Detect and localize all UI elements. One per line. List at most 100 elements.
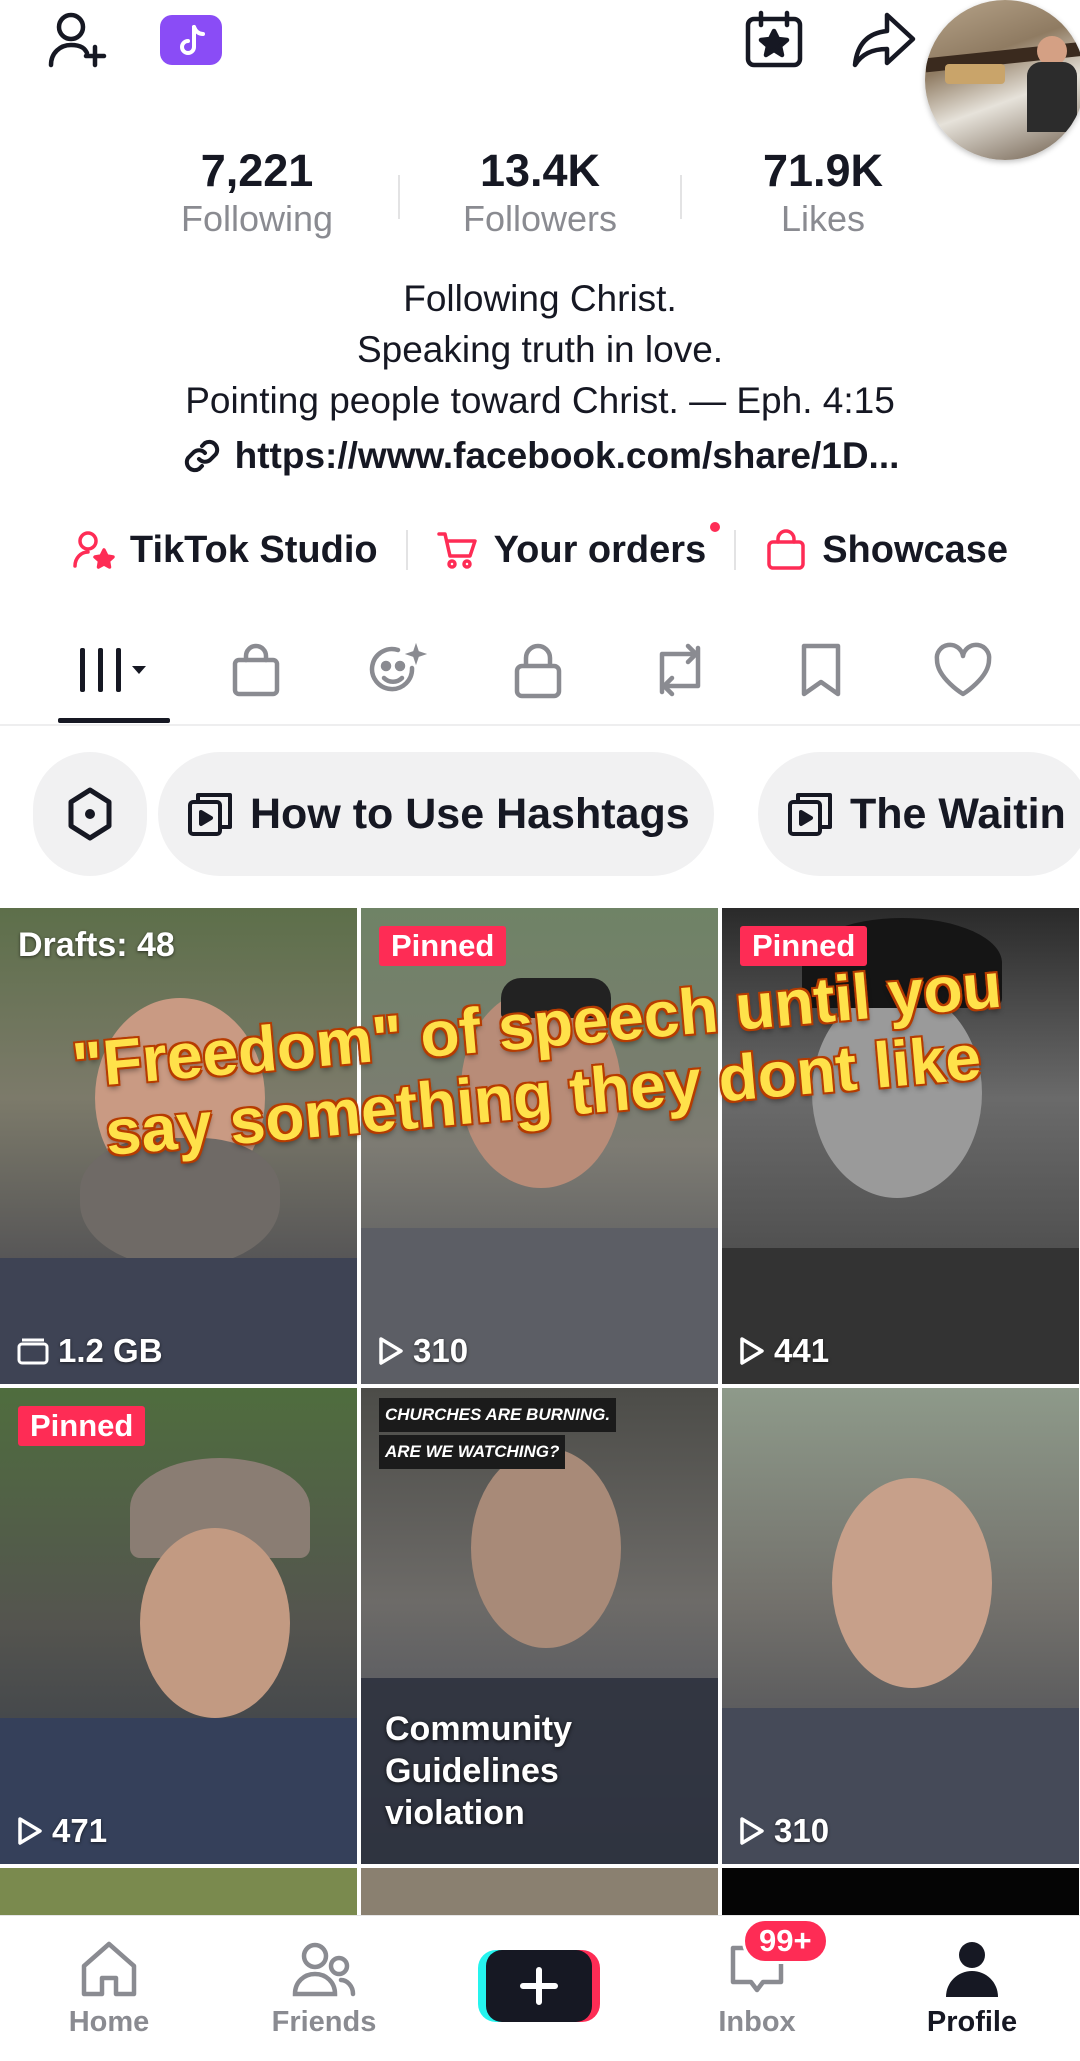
nav-home[interactable]: Home — [34, 1938, 184, 2039]
tab-shop[interactable] — [201, 625, 311, 715]
top-bar — [0, 0, 1080, 160]
nav-inbox-label: Inbox — [718, 2006, 796, 2038]
bio-line: Speaking truth in love. — [356, 329, 724, 370]
your-orders-button[interactable]: Your orders — [436, 522, 721, 572]
playlist-icon — [188, 793, 232, 836]
profile-stats: 7,221 Following 13.4K Followers 71.9K Li… — [0, 145, 1080, 245]
bottom-nav: Home Friends Inbox Profile — [0, 1915, 1080, 2061]
tiktok-studio-button[interactable]: TikTok Studio — [72, 528, 378, 572]
playlist-icon — [788, 793, 832, 836]
stat-label: Followers — [462, 198, 618, 239]
profile-avatar[interactable] — [925, 0, 1080, 160]
stat-divider — [398, 175, 400, 219]
tab-liked[interactable] — [908, 625, 1018, 715]
notification-dot — [710, 522, 721, 532]
pinned-badge: Pinned — [18, 1406, 146, 1446]
bio-link-text[interactable]: https://www.facebook.com/share/1D... — [235, 435, 900, 477]
share-icon[interactable] — [848, 4, 920, 76]
thumbnail-caption: CHURCHES ARE BURNING. ARE WE WATCHING? — [379, 1398, 617, 1472]
storage-size: 1.2 GB — [16, 1332, 163, 1370]
nav-profile-label: Profile — [926, 2006, 1018, 2038]
thumbnail-face — [471, 1448, 621, 1648]
pinned-badge: Pinned — [740, 926, 868, 966]
violation-tile[interactable]: CHURCHES ARE BURNING. ARE WE WATCHING? C… — [361, 1388, 718, 1864]
profile-icon — [946, 1942, 998, 1997]
bio-line: Following Christ. — [403, 278, 677, 319]
plus-icon — [478, 1950, 600, 2022]
nav-profile[interactable]: Profile — [897, 1938, 1047, 2039]
playlist-chip[interactable]: How to Use Hashtags — [158, 752, 714, 876]
thumbnail-caption-line: ARE WE WATCHING? — [379, 1435, 566, 1469]
play-icon — [740, 1337, 764, 1365]
tiktok-now-icon[interactable] — [155, 4, 227, 76]
grid-dropdown-icon — [80, 648, 146, 692]
video-tile[interactable]: Pinned 471 — [0, 1388, 357, 1864]
nav-home-label: Home — [68, 2006, 150, 2038]
playlist-chip[interactable]: The Waitin — [758, 752, 1080, 876]
playlist-settings-button[interactable] — [33, 752, 147, 876]
view-count: 310 — [377, 1332, 468, 1370]
tab-private[interactable] — [483, 625, 593, 715]
stat-likes[interactable]: 71.9K Likes — [703, 145, 943, 241]
stat-divider — [680, 175, 682, 219]
link-icon — [184, 439, 219, 473]
thumbnail-face — [832, 1478, 992, 1688]
tab-reposts[interactable] — [625, 625, 735, 715]
stat-label: Likes — [780, 198, 866, 239]
view-count: 471 — [16, 1812, 107, 1850]
shopping-bag-icon — [767, 529, 805, 570]
playlist-chips: How to Use Hashtags The Waitin — [0, 752, 1080, 877]
shopping-bag-icon — [232, 643, 280, 697]
heart-icon — [934, 642, 992, 697]
pinned-badge: Pinned — [379, 926, 507, 966]
video-tile[interactable] — [361, 1868, 718, 1918]
tab-ai-self[interactable] — [343, 625, 453, 715]
drafts-label: Drafts: 48 — [18, 926, 175, 964]
stat-value: 7,221 — [200, 145, 314, 196]
lock-icon — [514, 643, 562, 699]
tabs-divider — [0, 724, 1080, 726]
stat-value: 13.4K — [479, 145, 601, 196]
violation-label: Community Guidelines violation — [385, 1710, 572, 1832]
nav-friends-label: Friends — [271, 2006, 377, 2038]
add-friend-icon[interactable] — [42, 4, 114, 76]
view-count: 310 — [738, 1812, 829, 1850]
active-tab-indicator — [58, 718, 170, 723]
playlist-chip-label: How to Use Hashtags — [250, 789, 690, 838]
video-tile[interactable] — [722, 1868, 1079, 1918]
cart-icon — [436, 532, 477, 569]
playlist-chip-label: The Waitin — [850, 789, 1066, 838]
divider — [734, 530, 737, 570]
video-tile[interactable]: 310 — [722, 1388, 1079, 1864]
create-button[interactable] — [478, 1946, 600, 2024]
play-icon — [740, 1817, 764, 1845]
showcase-label: Showcase — [822, 528, 1009, 571]
stat-value: 71.9K — [762, 145, 884, 196]
showcase-button[interactable]: Showcase — [764, 528, 1008, 572]
home-icon — [81, 1941, 137, 1997]
view-count-text: 310 — [774, 1812, 830, 1849]
divider — [405, 530, 408, 570]
thumbnail-caption-line: CHURCHES ARE BURNING. — [379, 1398, 617, 1432]
nav-friends[interactable]: Friends — [249, 1938, 399, 2039]
bio-link[interactable]: https://www.facebook.com/share/1D... — [0, 435, 1080, 477]
tab-videos[interactable] — [58, 625, 168, 715]
studio-icon — [73, 531, 115, 569]
calendar-star-icon[interactable] — [738, 4, 810, 76]
stat-following[interactable]: 7,221 Following — [137, 145, 377, 241]
view-count-text: 471 — [52, 1812, 108, 1849]
play-icon — [379, 1337, 403, 1365]
studio-label: TikTok Studio — [129, 528, 378, 571]
tab-favorites[interactable] — [766, 625, 876, 715]
video-tile[interactable] — [0, 1868, 357, 1918]
sparkle-face-icon — [369, 642, 428, 692]
repost-icon — [659, 643, 701, 697]
inbox-badge: 99+ — [742, 1918, 829, 1964]
bookmark-icon — [801, 643, 841, 697]
bio-line: Pointing people toward Christ. — Eph. 4:… — [185, 380, 895, 421]
folder-icon — [17, 1338, 49, 1365]
view-count-text: 441 — [774, 1332, 830, 1369]
gear-icon — [68, 787, 112, 841]
view-count: 441 — [738, 1332, 829, 1370]
stat-followers[interactable]: 13.4K Followers — [420, 145, 660, 241]
